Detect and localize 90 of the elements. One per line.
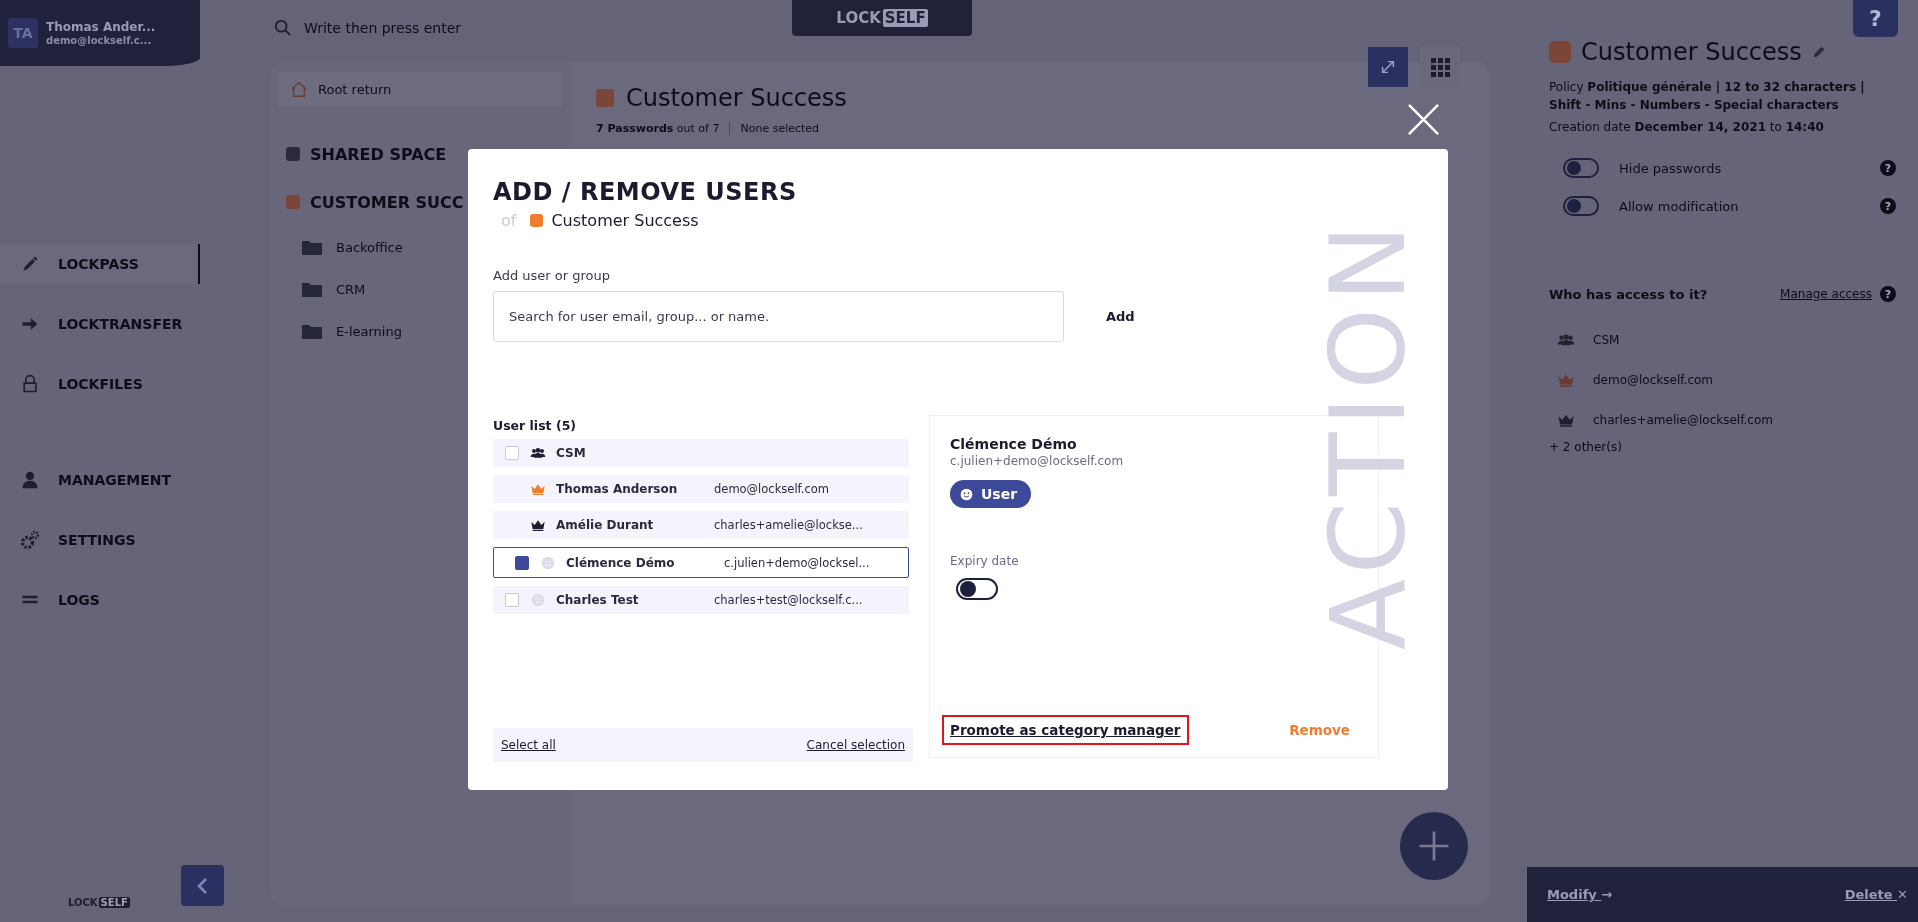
expiry-date-label: Expiry date bbox=[950, 554, 1019, 568]
user-search-field[interactable]: Search for user email, group... or name. bbox=[493, 291, 1064, 342]
user-email: c.julien+demo@lockself.com bbox=[950, 454, 1124, 468]
user-email: demo@lockself.com bbox=[714, 482, 830, 496]
gears-icon bbox=[20, 530, 40, 550]
crown-icon bbox=[1557, 413, 1575, 427]
field-label: Add user or group bbox=[493, 268, 610, 283]
role-badge[interactable]: User bbox=[950, 480, 1032, 508]
promote-link[interactable]: Promote as category manager bbox=[942, 715, 1189, 745]
search-field[interactable]: Write then press enter bbox=[302, 18, 606, 37]
tree-item[interactable]: SHARED SPACE bbox=[270, 130, 570, 178]
nav-item[interactable]: LOCKPASS bbox=[0, 244, 200, 284]
selection-status: None selected bbox=[729, 122, 820, 135]
toggle-switch[interactable] bbox=[1563, 158, 1599, 178]
password-count: 7 Passwords out of 7 bbox=[596, 122, 720, 135]
user-row[interactable]: Thomas Anderson demo@lockself.com bbox=[493, 475, 909, 503]
folder-icon bbox=[302, 239, 322, 255]
modify-link[interactable]: Modify → bbox=[1547, 887, 1613, 902]
folder-icon bbox=[302, 323, 322, 339]
nav-item[interactable]: LOCKFILES bbox=[0, 354, 199, 414]
pen-icon bbox=[20, 254, 40, 274]
more-users-text: + 2 other(s) bbox=[1549, 440, 1622, 454]
nav-item[interactable]: LOGS bbox=[0, 570, 199, 630]
help-icon[interactable]: ? bbox=[1880, 286, 1896, 302]
select-all-link[interactable]: Select all bbox=[501, 738, 556, 752]
user-name: Amélie Durant bbox=[556, 518, 655, 532]
grid-icon bbox=[1430, 57, 1450, 77]
user-list-title: User list (5) bbox=[493, 418, 577, 433]
category-title: Customer Success bbox=[1581, 38, 1802, 66]
user-email: demo@lockself.c... bbox=[46, 35, 153, 46]
help-button[interactable]: ? bbox=[1853, 0, 1898, 37]
user-name: Clémence Démo bbox=[566, 555, 676, 570]
expand-icon bbox=[1379, 58, 1397, 76]
crown-icon bbox=[530, 518, 546, 532]
search-icon bbox=[274, 18, 292, 37]
home-icon bbox=[290, 80, 308, 98]
toggle-label: Hide passwords bbox=[1619, 160, 1723, 176]
add-button[interactable]: Add bbox=[1100, 303, 1141, 330]
category-icon bbox=[596, 89, 614, 107]
creation-date-text: Creation date December 14, 2021 to 14:40 bbox=[1549, 119, 1825, 136]
access-entry: demo@lockself.com bbox=[1593, 373, 1714, 387]
smiley-icon bbox=[960, 487, 973, 501]
category-title: Customer Success bbox=[626, 84, 847, 112]
person-icon bbox=[20, 470, 40, 490]
help-icon[interactable]: ? bbox=[1880, 198, 1896, 214]
lockself-logo: LOCK SELF bbox=[792, 0, 972, 36]
delete-link[interactable]: Delete ✕ bbox=[1844, 887, 1908, 902]
user-email: c.julien+demo@locksel... bbox=[724, 555, 870, 570]
manage-access-link[interactable]: Manage access bbox=[1780, 287, 1872, 301]
nav-item[interactable]: SETTINGS bbox=[0, 510, 199, 570]
category-icon bbox=[1549, 41, 1571, 63]
avatar: TA bbox=[8, 18, 38, 48]
expiry-toggle[interactable] bbox=[956, 578, 998, 600]
toggle-label: Allow modification bbox=[1619, 198, 1740, 214]
dialog-title: ADD / REMOVE USERS bbox=[493, 177, 797, 207]
user-row[interactable]: Charles Test charles+test@lockself.c... bbox=[493, 586, 909, 614]
checkbox[interactable] bbox=[515, 555, 529, 570]
user-name: Clémence Démo bbox=[950, 436, 1077, 452]
lock-icon bbox=[20, 374, 40, 394]
nav-item[interactable]: MANAGEMENT bbox=[0, 450, 199, 510]
group-icon bbox=[1557, 333, 1575, 347]
category-icon bbox=[530, 214, 544, 227]
user-name: Thomas Anderson bbox=[556, 482, 679, 496]
toggle-switch[interactable] bbox=[1563, 196, 1599, 216]
root-return-link[interactable]: Root return bbox=[278, 72, 562, 106]
user-row[interactable]: CSM bbox=[493, 439, 909, 467]
user-email: charles+test@lockself.c... bbox=[714, 593, 863, 607]
cancel-selection-link[interactable]: Cancel selection bbox=[806, 738, 905, 752]
access-heading: Who has access to it? bbox=[1549, 286, 1709, 302]
user-name: CSM bbox=[556, 446, 587, 460]
user-email: charles+amelie@lockse... bbox=[714, 518, 863, 532]
lockself-logo: LOCK SELF bbox=[68, 897, 130, 908]
pencil-icon[interactable] bbox=[1811, 45, 1826, 59]
close-icon[interactable] bbox=[1407, 103, 1440, 136]
smiley-icon bbox=[540, 555, 556, 570]
crown-icon bbox=[1557, 373, 1575, 387]
user-row[interactable]: Amélie Durant charles+amelie@lockse... bbox=[493, 511, 909, 539]
help-icon[interactable]: ? bbox=[1880, 160, 1896, 176]
expand-button[interactable] bbox=[1368, 47, 1408, 87]
folder-icon bbox=[302, 281, 322, 297]
access-entry: charles+amelie@lockself.com bbox=[1593, 413, 1773, 427]
collapse-sidebar-button[interactable] bbox=[181, 865, 224, 906]
user-row[interactable]: Clémence Démo c.julien+demo@locksel... bbox=[493, 547, 909, 578]
crown-icon bbox=[530, 482, 546, 496]
group-icon bbox=[530, 446, 546, 460]
smiley-icon bbox=[530, 593, 546, 607]
user-name: Thomas Ander... bbox=[46, 20, 156, 34]
user-name: Charles Test bbox=[556, 593, 640, 607]
nav-item[interactable]: LOCKTRANSFER bbox=[0, 294, 199, 354]
access-entry: CSM bbox=[1593, 333, 1620, 347]
